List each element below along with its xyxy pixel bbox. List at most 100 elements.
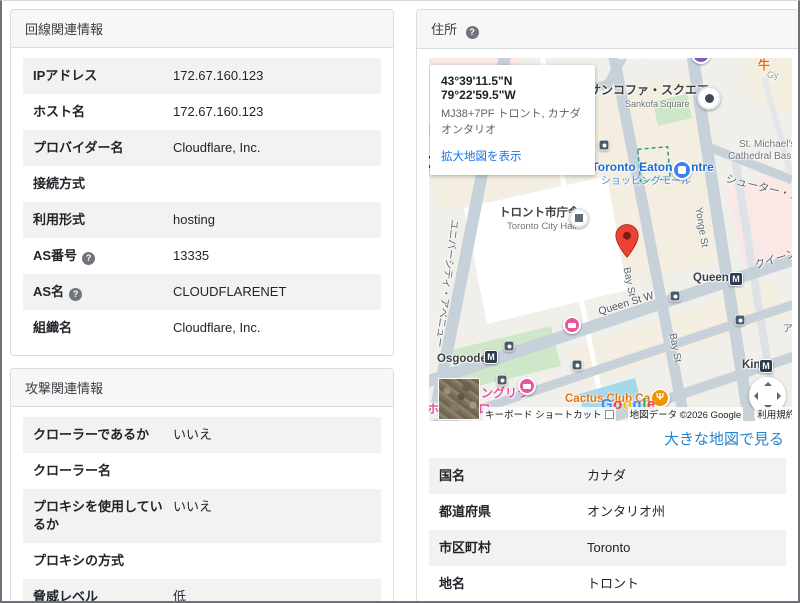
row-label: 接続方式	[33, 176, 86, 191]
sankofa-marker-icon[interactable]	[697, 86, 721, 110]
row-value: いいえ	[173, 427, 213, 442]
pan-up-icon[interactable]	[763, 382, 772, 386]
help-icon[interactable]: ?	[82, 252, 96, 265]
panel-title-text: 住所	[431, 22, 458, 37]
table-row: 組織名 Cloudflare, Inc.	[23, 310, 381, 346]
map-label: Cathedral Basilica	[728, 151, 792, 162]
coordinates-text: 43°39'11.5"N 79°22'59.5"W	[441, 74, 516, 102]
map-footer-link[interactable]: 利用規約	[755, 407, 792, 421]
panel-title: 住所 ?	[417, 10, 798, 49]
row-value: 低	[173, 589, 187, 603]
row-value: オンタリオ州	[587, 504, 666, 519]
row-value: 13335	[173, 248, 210, 263]
row-label: AS番号?	[33, 247, 173, 265]
row-value: いいえ	[173, 499, 213, 514]
row-label: 国名	[439, 468, 466, 483]
row-label: プロキシの方式	[33, 553, 125, 568]
map-label: ア	[783, 324, 792, 335]
metro-marker-icon[interactable]: M	[729, 272, 743, 286]
pan-right-icon[interactable]	[777, 391, 781, 400]
row-label: ホスト名	[33, 104, 86, 119]
row-value: Cloudflare, Inc.	[173, 140, 261, 155]
map-label: Osgoode	[437, 353, 487, 365]
panel-title: 攻撃関連情報	[11, 369, 393, 407]
row-label: IPアドレス	[33, 68, 98, 83]
transit-marker-icon[interactable]	[598, 139, 610, 151]
row-value: 172.67.160.123	[173, 68, 264, 83]
table-row: 市区町村 Toronto	[429, 530, 786, 566]
table-row: プロキシを使用しているか いいえ	[23, 489, 381, 543]
map-label: サンコファ・スクエア	[589, 83, 710, 97]
map-label: トロント市庁舎	[499, 207, 580, 219]
map-info-card: 43°39'11.5"N 79°22'59.5"W MJ38+7PF トロント,…	[430, 65, 595, 175]
table-row: 利用形式 hosting	[23, 202, 381, 238]
row-value: hosting	[173, 212, 215, 227]
help-icon[interactable]: ?	[465, 26, 479, 39]
row-value: Cloudflare, Inc.	[173, 320, 261, 335]
row-value: トロント	[587, 576, 640, 591]
row-label: 都道府県	[439, 504, 492, 519]
row-value: カナダ	[587, 468, 627, 483]
table-row: AS番号? 13335	[23, 238, 381, 274]
pan-left-icon[interactable]	[754, 391, 758, 400]
panel-title-text: 回線関連情報	[25, 22, 104, 37]
view-larger-map-link[interactable]: 拡大地図を表示	[441, 148, 522, 164]
table-row: IPアドレス 172.67.160.123	[23, 58, 381, 94]
line-info-table: IPアドレス 172.67.160.123 ホスト名 172.67.160.123 プロ…	[11, 48, 393, 355]
map-footer-link[interactable]: キーボード ショートカット	[483, 407, 616, 421]
table-row: プロバイダー名 Cloudflare, Inc.	[23, 130, 381, 166]
transit-marker-icon[interactable]	[571, 359, 583, 371]
row-value	[173, 462, 371, 480]
map-label: Toronto City Hall	[507, 221, 577, 232]
map-footer-link[interactable]: 地図データ ©2026 Google	[627, 407, 744, 421]
table-row: クローラーであるか いいえ	[23, 417, 381, 453]
address-panel-body: Little Canada牛Gyサンコファ・スクエアSankofa Square…	[417, 49, 798, 601]
row-label: AS名?	[33, 283, 173, 301]
row-value	[173, 175, 371, 193]
row-label: プロバイダー名	[33, 140, 124, 155]
table-row: プロキシの方式	[23, 543, 381, 579]
row-value	[173, 552, 371, 570]
row-label: クローラーであるか	[33, 427, 150, 442]
transit-marker-icon[interactable]	[734, 314, 746, 326]
hotel-marker-icon[interactable]	[563, 316, 581, 334]
table-row: 地名 トロント	[429, 566, 786, 601]
transit-marker-icon[interactable]	[503, 340, 515, 352]
transit-marker-icon[interactable]	[496, 374, 508, 386]
attack-info-panel: 攻撃関連情報 クローラーであるか いいえ クローラー名 プロキシを使用しているか いいえ…	[10, 368, 394, 603]
map-footer-bar: キーボード ショートカット地図データ ©2026 Google利用規約地図の誤り…	[429, 407, 792, 421]
help-icon[interactable]: ?	[69, 288, 83, 301]
table-row: 国名 カナダ	[429, 458, 786, 494]
eaton-marker-icon[interactable]	[672, 160, 692, 180]
hotel-marker-icon[interactable]	[518, 377, 536, 395]
panel-title: 回線関連情報	[11, 10, 393, 48]
row-label: クローラー名	[33, 463, 112, 478]
map-label: Queen	[693, 272, 729, 284]
row-label: 利用形式	[33, 212, 86, 227]
cityhall-marker-icon[interactable]	[569, 208, 589, 228]
row-value: 172.67.160.123	[173, 104, 264, 119]
row-label: 地名	[439, 576, 466, 591]
table-row: ホスト名 172.67.160.123	[23, 94, 381, 130]
line-info-panel: 回線関連情報 IPアドレス 172.67.160.123 ホスト名 172.67.16…	[10, 9, 394, 356]
table-row: 都道府県 オンタリオ州	[429, 494, 786, 530]
transit-marker-icon[interactable]	[669, 290, 681, 302]
plus-code-text: MJ38+7PF トロント, カナダ オンタリオ	[441, 108, 581, 136]
address-panel: 住所 ? 牛 Gy サンコファ・スクエア Sankofa Square CF T…	[416, 9, 798, 601]
enlarge-map-row: 大きな地図で見る	[429, 421, 786, 458]
row-label: 脅威レベル	[33, 589, 99, 603]
view-bigger-map-link[interactable]: 大きな地図で見る	[664, 431, 784, 448]
map-label: St. Michael's	[739, 139, 792, 150]
address-table: 国名 カナダ都道府県 オンタリオ州市区町村 Toronto 地名 トロント	[429, 458, 786, 601]
row-value: CLOUDFLARENET	[173, 284, 287, 299]
attack-info-table: クローラーであるか いいえ クローラー名 プロキシを使用しているか いいえ プロキシの方式…	[11, 407, 393, 603]
table-row: クローラー名	[23, 453, 381, 489]
metro-marker-icon[interactable]: M	[759, 359, 773, 373]
google-map-embed[interactable]: Little Canada牛Gyサンコファ・スクエアSankofa Square…	[429, 58, 792, 421]
row-label: 組織名	[33, 320, 73, 335]
map-label: Little Canada	[617, 58, 686, 61]
panel-title-text: 攻撃関連情報	[25, 381, 104, 396]
table-row: AS名? CLOUDFLARENET	[23, 274, 381, 310]
metro-marker-icon[interactable]: M	[484, 350, 498, 364]
ip-lookup-page: 回線関連情報 IPアドレス 172.67.160.123 ホスト名 172.67.16…	[0, 0, 800, 603]
